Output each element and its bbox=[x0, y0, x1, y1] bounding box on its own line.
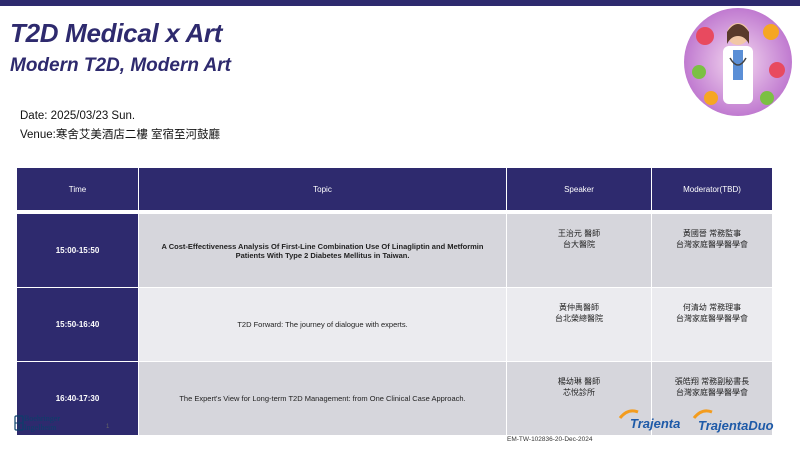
page-title: T2D Medical x Art bbox=[10, 18, 223, 48]
moderator-cell: 何清幼 常務理事 台灣家庭醫學醫學會 bbox=[651, 287, 773, 362]
doctor-illustration bbox=[684, 8, 792, 116]
schedule-table: Time Topic Speaker Moderator(TBD) 15:00-… bbox=[16, 167, 773, 436]
column-header-moderator: Moderator(TBD) bbox=[651, 167, 773, 211]
table-header-row: Time Topic Speaker Moderator(TBD) bbox=[16, 167, 773, 211]
event-venue: Venue:寒舍艾美酒店二樓 室宿至河鼓廳 bbox=[20, 129, 221, 141]
speaker-cell: 王治元 醫師 台大醫院 bbox=[506, 213, 652, 288]
time-cell: 15:50-16:40 bbox=[16, 287, 139, 362]
event-date: Date: 2025/03/23 Sun. bbox=[20, 110, 136, 122]
moderator-name: 黃國晉 常務監事 bbox=[682, 229, 742, 238]
speaker-cell: 黃仲禹醫師 台北榮總醫院 bbox=[506, 287, 652, 362]
column-header-speaker: Speaker bbox=[506, 167, 652, 211]
moderator-name: 張皓翔 常務副秘書長 bbox=[674, 377, 750, 386]
moderator-name: 何清幼 常務理事 bbox=[682, 303, 742, 312]
speaker-org: 芯悅診所 bbox=[563, 388, 595, 397]
company-line-2: Ingelheim bbox=[24, 423, 57, 432]
table-row: 15:00-15:50 A Cost-Effectiveness Analysi… bbox=[16, 213, 773, 288]
page-subtitle: Modern T2D, Modern Art bbox=[10, 55, 231, 76]
moderator-cell: 黃國晉 常務監事 台灣家庭醫學醫學會 bbox=[651, 213, 773, 288]
speaker-name: 黃仲禹醫師 bbox=[559, 303, 599, 312]
speaker-org: 台北榮總醫院 bbox=[555, 314, 603, 323]
top-accent-bar bbox=[0, 0, 800, 6]
table-row: 15:50-16:40 T2D Forward: The journey of … bbox=[16, 287, 773, 362]
page-number: 1 bbox=[106, 424, 110, 430]
brand-trajentaduo: TrajentaDuo bbox=[698, 418, 774, 433]
time-cell: 15:00-15:50 bbox=[16, 213, 139, 288]
company-line-1: Boehringer bbox=[24, 414, 60, 423]
company-name: Boehringer Ingelheim bbox=[24, 414, 60, 432]
moderator-org: 台灣家庭醫學醫學會 bbox=[676, 388, 748, 397]
trajenta-logos: Trajenta TrajentaDuo bbox=[618, 409, 774, 433]
column-header-time: Time bbox=[16, 167, 139, 211]
topic-cell: The Expert's View for Long-term T2D Mana… bbox=[138, 361, 507, 436]
moderator-org: 台灣家庭醫學醫學會 bbox=[676, 314, 748, 323]
speaker-org: 台大醫院 bbox=[563, 240, 595, 249]
column-header-topic: Topic bbox=[138, 167, 507, 211]
speaker-name: 王治元 醫師 bbox=[557, 229, 601, 238]
topic-cell: A Cost-Effectiveness Analysis Of First-L… bbox=[138, 213, 507, 288]
speaker-name: 楊幼琳 醫師 bbox=[557, 377, 601, 386]
brand-trajenta: Trajenta bbox=[630, 416, 680, 431]
moderator-org: 台灣家庭醫學醫學會 bbox=[676, 240, 748, 249]
document-number: EM-TW-102836-20-Dec-2024 bbox=[507, 436, 593, 443]
topic-cell: T2D Forward: The journey of dialogue wit… bbox=[138, 287, 507, 362]
